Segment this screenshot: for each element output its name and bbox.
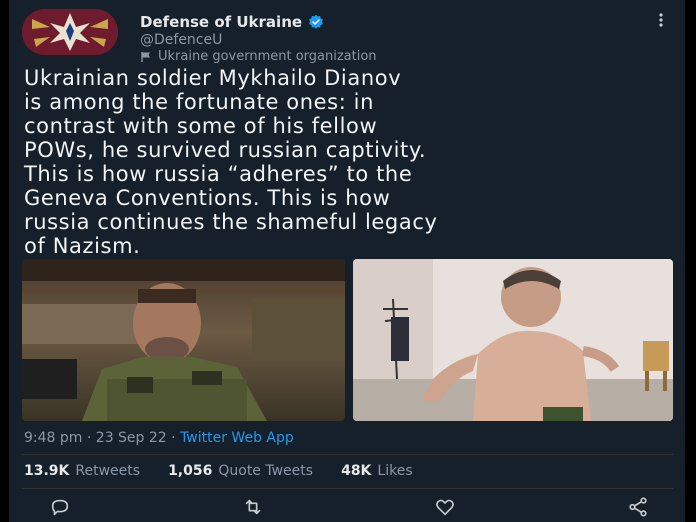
likes-label: Likes [377, 463, 413, 479]
tweet-actions [49, 496, 649, 518]
retweet-icon [245, 499, 260, 515]
tweet-date[interactable]: 23 Sep 22 [96, 430, 167, 446]
account-name-row[interactable]: Defense of Ukraine [140, 13, 324, 31]
retweet-button[interactable] [242, 496, 264, 518]
like-button[interactable] [434, 496, 456, 518]
tweet-text-line: Geneva Conventions. This is how [24, 186, 391, 210]
account-name[interactable]: Defense of Ukraine [140, 13, 302, 31]
tweet-media [22, 259, 673, 421]
meta-separator: · [86, 430, 92, 446]
media-photo-soldier-before[interactable] [22, 259, 345, 421]
more-options-button[interactable] [658, 12, 664, 31]
tweet-text-line: of Nazism. [24, 234, 141, 258]
government-label-text: Ukraine government organization [158, 49, 377, 64]
more-vertical-icon [659, 13, 663, 27]
reply-button[interactable] [49, 496, 71, 518]
quote-tweets-count: 1,056 [168, 463, 213, 479]
quote-tweets-label: Quote Tweets [218, 463, 314, 479]
account-avatar[interactable] [22, 9, 118, 55]
retweets-label: Retweets [75, 463, 141, 479]
tweet-timestamp: 9:48 pm · 23 Sep 22 · Twitter Web App [24, 430, 294, 446]
tweet-text: Ukrainian soldier Mykhailo Dianov is amo… [24, 66, 684, 258]
divider [22, 488, 673, 489]
meta-separator: · [171, 430, 176, 446]
tweet-text-line: POWs, he survived russian captivity. [24, 138, 427, 162]
tweet-text-line: russia continues the shameful legacy [24, 210, 438, 234]
media-photo-soldier-after[interactable] [353, 259, 673, 421]
retweets-stat[interactable]: 13.9K Retweets [24, 463, 140, 479]
defense-emblem-icon [22, 9, 118, 55]
verified-badge-icon [309, 14, 323, 29]
retweets-count: 13.9K [24, 463, 70, 479]
tweet-text-line: Ukrainian soldier Mykhailo Dianov [24, 66, 402, 90]
flag-icon [141, 51, 150, 62]
tweet-stats: 13.9K Retweets 1,056 Quote Tweets 48K Likes [24, 463, 413, 479]
government-label: Ukraine government organization [140, 49, 377, 64]
likes-count: 48K [341, 463, 372, 479]
tweet-card: Defense of Ukraine @DefenceU Ukraine gov… [9, 0, 685, 522]
heart-icon [436, 499, 455, 516]
divider [22, 454, 673, 455]
tweet-text-line: This is how russia “adheres” to the [24, 162, 413, 186]
share-icon [629, 497, 647, 517]
reply-icon [51, 499, 69, 516]
tweet-text-line: contrast with some of his fellow [24, 114, 378, 138]
quote-tweets-stat[interactable]: 1,056 Quote Tweets [168, 463, 313, 479]
account-handle[interactable]: @DefenceU [140, 32, 222, 48]
tweet-source-link[interactable]: Twitter Web App [180, 430, 294, 446]
likes-stat[interactable]: 48K Likes [341, 463, 413, 479]
tweet-text-line: is among the fortunate ones: in [24, 90, 375, 114]
tweet-time[interactable]: 9:48 pm [24, 430, 82, 446]
share-button[interactable] [627, 496, 649, 518]
